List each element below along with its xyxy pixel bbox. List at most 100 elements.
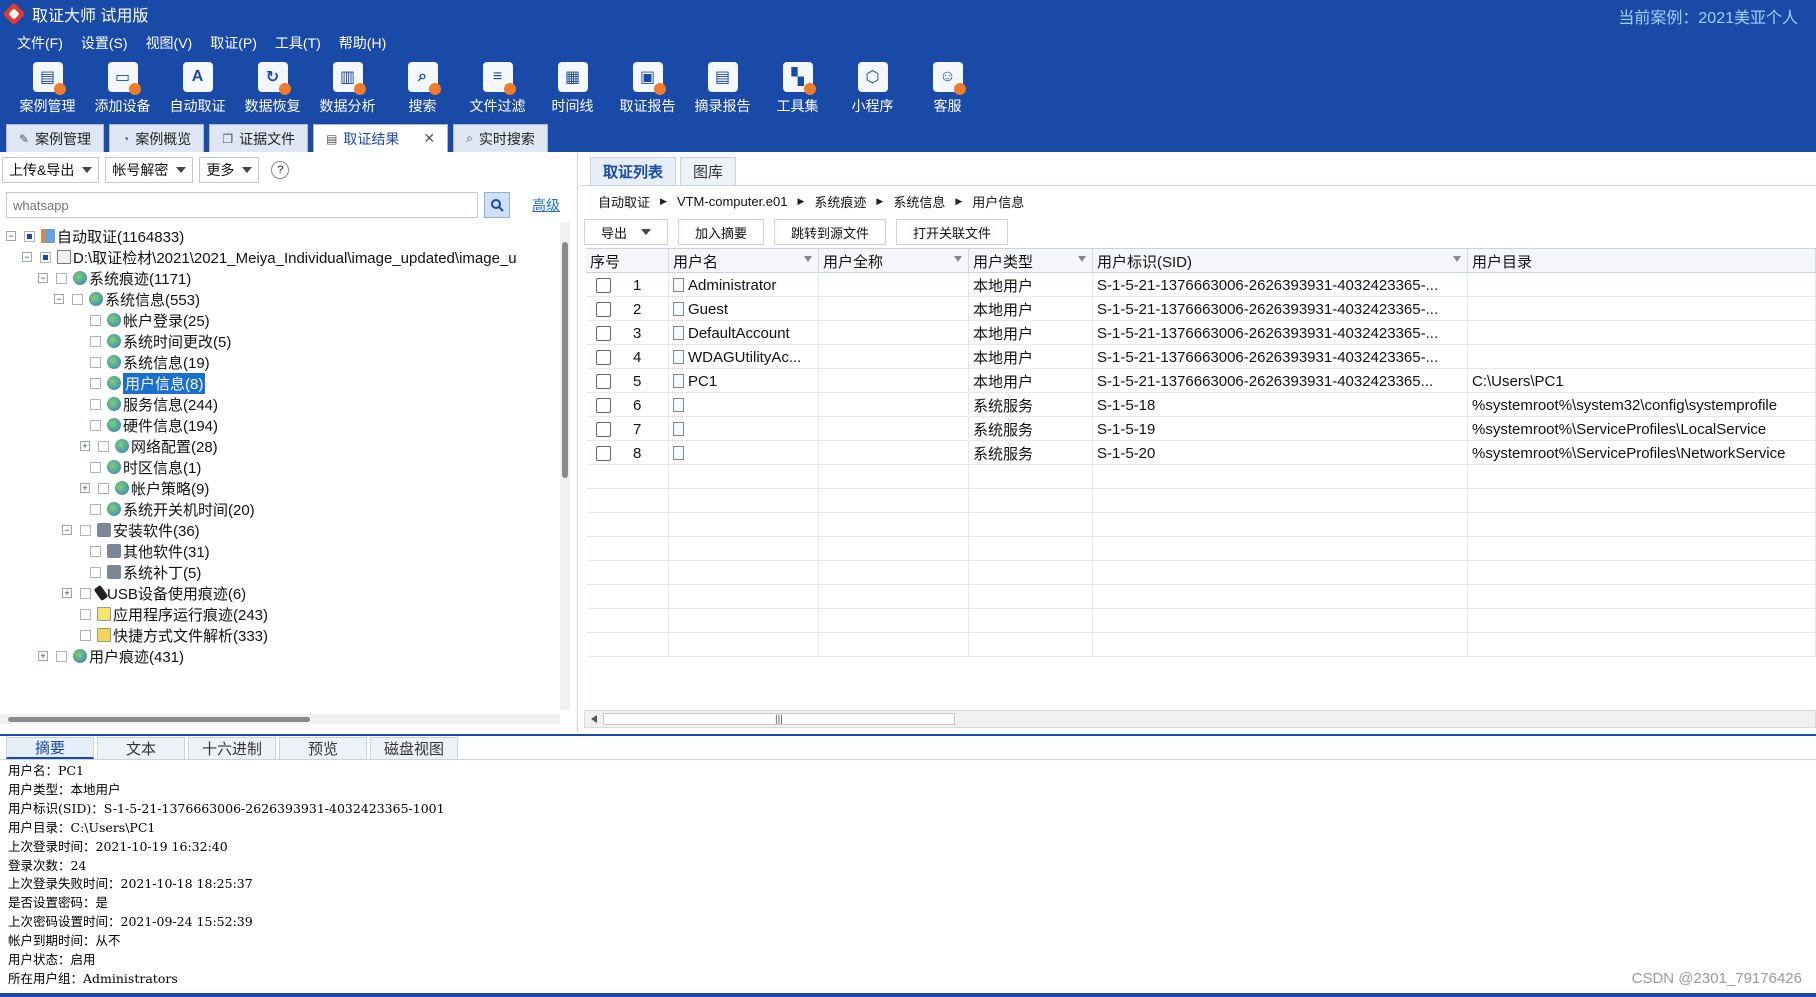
tab-hex[interactable]: 十六进制 — [188, 737, 276, 759]
table-row[interactable] — [586, 633, 1816, 657]
tab-gallery[interactable]: 图库 — [680, 157, 737, 185]
row-checkbox[interactable] — [596, 397, 611, 413]
table-row[interactable] — [586, 609, 1816, 633]
table-row[interactable] — [586, 489, 1816, 513]
customer-service-button[interactable]: ☺ 客服 — [910, 58, 985, 120]
row-checkbox[interactable] — [596, 325, 611, 341]
scrollbar-thumb[interactable] — [8, 717, 310, 722]
tree-checkbox[interactable] — [98, 482, 109, 494]
table-row[interactable]: 3 DefaultAccount 本地用户 S-1-5-21-1376663006-2… — [586, 321, 1816, 345]
tree-checkbox[interactable] — [90, 377, 101, 389]
collapse-toggle[interactable]: − — [6, 231, 16, 241]
table-row[interactable] — [586, 537, 1816, 561]
tree-checkbox[interactable] — [80, 524, 91, 536]
file-filter-button[interactable]: ≡ 文件过滤 — [460, 58, 535, 120]
filter-icon[interactable] — [1078, 256, 1086, 262]
column-header-sid[interactable]: 用户标识(SID) — [1093, 249, 1468, 273]
collapse-toggle[interactable]: − — [22, 252, 32, 262]
expand-toggle[interactable]: + — [80, 483, 90, 493]
advanced-search-link[interactable]: 高级 — [532, 195, 560, 215]
tab-evidence-files[interactable]: ❐ 证据文件 — [209, 124, 309, 152]
row-checkbox[interactable] — [596, 277, 611, 293]
menu-forensics[interactable]: 取证(P) — [201, 33, 266, 53]
tree-checkbox[interactable] — [80, 629, 91, 641]
row-checkbox[interactable] — [596, 373, 611, 389]
table-row[interactable] — [586, 585, 1816, 609]
column-header-usertype[interactable]: 用户类型 — [969, 249, 1093, 273]
upload-export-dropdown[interactable]: 上传&导出 — [2, 157, 100, 183]
tree-checkbox[interactable] — [80, 608, 91, 620]
column-header-userdir[interactable]: 用户目录 — [1468, 249, 1816, 273]
case-manage-button[interactable]: ▤ 案例管理 — [10, 58, 85, 120]
add-device-button[interactable]: ▭ 添加设备 — [85, 58, 160, 120]
timeline-button[interactable]: ▦ 时间线 — [535, 58, 610, 120]
tree-checkbox[interactable] — [90, 461, 101, 473]
tree-search-input[interactable] — [6, 192, 478, 218]
excerpt-report-button[interactable]: ▤ 摘录报告 — [685, 58, 760, 120]
tree-checkbox[interactable] — [90, 335, 101, 347]
account-decrypt-dropdown[interactable]: 帐号解密 — [105, 157, 194, 183]
tab-preview[interactable]: 预览 — [279, 737, 367, 759]
table-row[interactable]: 2 Guest 本地用户 S-1-5-21-1376663006-2626393931… — [586, 297, 1816, 321]
column-header-fullname[interactable]: 用户全称 — [819, 249, 969, 273]
menu-tools[interactable]: 工具(T) — [266, 33, 330, 53]
export-dropdown-button[interactable]: 导出 — [584, 219, 669, 245]
expand-toggle[interactable]: + — [38, 651, 48, 661]
tab-disk-view[interactable]: 磁盘视图 — [370, 737, 458, 759]
breadcrumb-item[interactable]: 用户信息 — [972, 192, 1024, 211]
tree-node[interactable]: + 用户痕迹(431) — [38, 644, 184, 668]
table-row[interactable] — [586, 561, 1816, 585]
filter-icon[interactable] — [1453, 256, 1461, 262]
expand-toggle[interactable]: + — [80, 441, 90, 451]
toolset-button[interactable]: ▚ 工具集 — [760, 58, 835, 120]
jump-to-source-button[interactable]: 跳转到源文件 — [774, 219, 887, 245]
tree-checkbox[interactable] — [90, 398, 101, 410]
tree-checkbox[interactable] — [40, 251, 51, 263]
scrollbar-thumb[interactable] — [562, 242, 568, 478]
tree-checkbox[interactable] — [90, 566, 101, 578]
data-recovery-button[interactable]: ↻ 数据恢复 — [235, 58, 310, 120]
tree-checkbox[interactable] — [56, 650, 67, 662]
tab-text[interactable]: 文本 — [97, 737, 185, 759]
scroll-left-icon[interactable] — [591, 715, 597, 723]
table-row[interactable]: 4 WDAGUtilityAc... 本地用户 S-1-5-21-1376663006… — [586, 345, 1816, 369]
more-dropdown[interactable]: 更多 — [199, 157, 260, 183]
breadcrumb-item[interactable]: VTM-computer.e01 — [677, 194, 788, 209]
open-linked-file-button[interactable]: 打开关联文件 — [896, 219, 1009, 245]
menu-view[interactable]: 视图(V) — [137, 33, 202, 53]
tree-vertical-scrollbar[interactable] — [560, 222, 570, 710]
row-checkbox[interactable] — [596, 421, 611, 437]
tree-checkbox[interactable] — [56, 272, 67, 284]
mini-program-button[interactable]: ⬡ 小程序 — [835, 58, 910, 120]
tree-checkbox[interactable] — [72, 293, 83, 305]
row-checkbox[interactable] — [596, 349, 611, 365]
expand-toggle[interactable]: + — [62, 588, 72, 598]
collapse-toggle[interactable]: − — [54, 294, 64, 304]
tree-checkbox[interactable] — [90, 314, 101, 326]
filter-icon[interactable] — [804, 256, 812, 262]
collapse-toggle[interactable]: − — [62, 525, 72, 535]
breadcrumb-item[interactable]: 系统信息 — [893, 192, 945, 211]
menu-settings[interactable]: 设置(S) — [72, 33, 137, 53]
table-row[interactable]: 5 PC1 本地用户 S-1-5-21-1376663006-2626393931-4… — [586, 369, 1816, 393]
column-header-username[interactable]: 用户名 — [669, 249, 819, 273]
tab-forensic-results[interactable]: ▤ 取证结果 ✕ — [313, 124, 449, 152]
tab-case-overview[interactable]: ◔ 案例概览 — [109, 124, 205, 152]
tree-checkbox[interactable] — [24, 230, 35, 242]
tree-checkbox[interactable] — [90, 419, 101, 431]
column-header-no[interactable]: 序号 — [586, 249, 669, 273]
tree-checkbox[interactable] — [90, 356, 101, 368]
search-button[interactable] — [484, 192, 510, 218]
table-row[interactable] — [586, 465, 1816, 489]
tab-forensic-list[interactable]: 取证列表 — [590, 157, 677, 185]
tree-checkbox[interactable] — [90, 545, 101, 557]
close-icon[interactable]: ✕ — [423, 130, 435, 147]
search-button[interactable]: ⌕ 搜索 — [385, 58, 460, 120]
table-row[interactable]: 7 系统服务 S-1-5-19 %systemroot%\ServiceProfile… — [586, 417, 1816, 441]
tree-horizontal-scrollbar[interactable] — [0, 714, 560, 724]
menu-file[interactable]: 文件(F) — [8, 33, 72, 53]
data-analysis-button[interactable]: ▥ 数据分析 — [310, 58, 385, 120]
tree-checkbox[interactable] — [98, 440, 109, 452]
help-icon[interactable]: ? — [271, 161, 290, 179]
tree-checkbox[interactable] — [80, 587, 91, 599]
